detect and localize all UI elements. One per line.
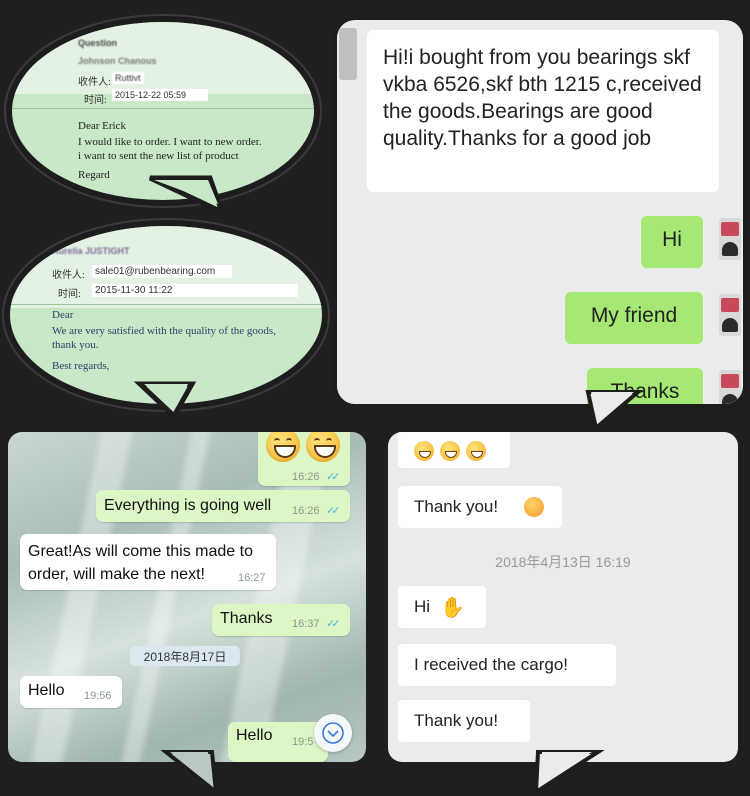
email-to-value: sale01@rubenbearing.com [92,265,232,278]
email-closing: Best regards, [52,360,110,372]
email-body-line-2: i want to sent the new list of product [78,150,239,162]
email-greeting: Dear Erick [78,120,126,132]
emoji-row [414,441,492,461]
background-streak [30,432,136,762]
email-body-line-1: I would like to order. I want to new ord… [78,136,262,148]
message-text: Thank you! [414,711,499,730]
email-body-line-2: thank you. [52,339,99,351]
email-1-tail [148,175,227,217]
incoming-message-text: Hi!i bought from you bearings skf vkba 6… [383,46,702,150]
divider [10,304,322,305]
avatar [339,28,357,80]
email-time-value: 2015-12-22 05:59 [112,89,208,101]
message-time: 16:27 [238,572,266,584]
waving-hand-icon: ✋ [440,597,465,619]
message-time: 16:26 [292,505,320,517]
wechat-panel-2-tail [533,750,605,796]
scroll-down-button[interactable] [314,714,352,752]
message-text: Everything is going well [104,497,272,514]
email-time-value: 2015-11-30 11:22 [92,284,298,297]
email-to-label: 收件人: [52,270,85,281]
wechat-panel-1-tail [585,390,644,432]
avatar [719,218,741,260]
email-sender-name: Aurelia JUSTIGHT [52,246,130,256]
message-text: Great!As will come this made to order, w… [28,543,253,583]
email-closing: Regard [78,169,110,181]
message-text: Hello [28,682,65,699]
message-text: Hi [414,597,431,616]
read-ticks-icon: ✓✓ [326,505,341,517]
divider [12,108,314,109]
chevron-down-icon [322,722,344,744]
email-header-strip [12,22,314,94]
avatar [719,370,741,404]
avatar [719,294,741,336]
email-sender-name: Johnson Chanous [78,56,157,66]
message-time: 19:56 [84,690,112,702]
email-2-tail [133,381,197,421]
message-time: 19:5 [292,736,314,748]
kiss-emoji-icon [524,497,544,517]
grinning-emoji-icon [440,441,460,461]
email-greeting: Dear [52,309,74,321]
email-to-value: Ruttivt [112,72,144,84]
grinning-emoji-icon [414,441,434,461]
message-text: I received the cargo! [414,655,569,674]
read-ticks-icon: ✓✓ [326,471,341,483]
grinning-emoji-icon [466,441,486,461]
email-to-label: 收件人: [78,77,111,88]
email-header-label: Question [78,38,118,48]
outgoing-hi-text: Hi [662,228,682,251]
email-body-line-1: We are very satisfied with the quality o… [52,325,276,337]
message-text: Thank you! [414,497,499,516]
wechat-panel-2: Thank you! 2018年4月13日 16:19 Hi ✋ I recei… [388,432,738,762]
wechat-panel-1: Hi!i bought from you bearings skf vkba 6… [333,16,747,408]
email-time-label: 时间: [84,95,107,106]
email-time-label: 时间: [58,289,81,300]
date-chip-text: 2018年8月17日 [143,650,227,664]
message-time: 16:26 [292,471,320,483]
chat-timestamp: 2018年4月13日 16:19 [495,554,631,570]
background-streak [120,432,214,762]
read-ticks-icon: ✓✓ [326,618,341,630]
outgoing-my-friend-text: My friend [590,304,678,327]
message-text: Thanks [220,610,273,627]
whatsapp-panel-tail [160,750,219,796]
whatsapp-panel: 16:26 ✓✓ Everything is going well 16:26 … [8,432,366,762]
message-text: Hello [236,727,273,744]
message-time: 16:37 [292,618,320,630]
